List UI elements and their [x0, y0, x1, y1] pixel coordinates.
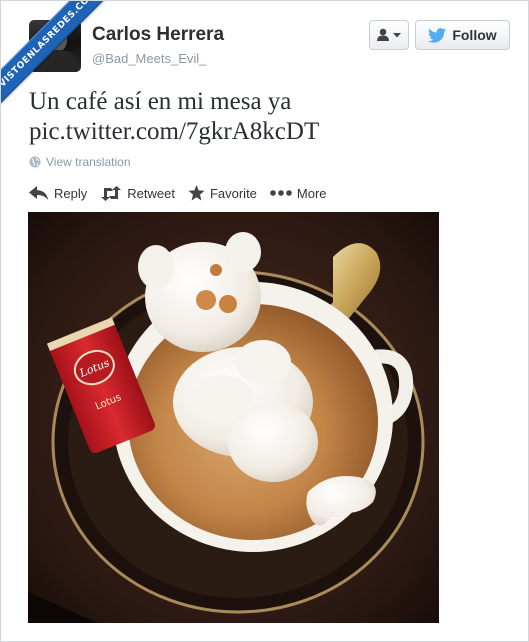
- tweet-text: Un café así en mi mesa ya pic.twitter.co…: [29, 87, 499, 147]
- more-label: More: [296, 185, 327, 201]
- user-avatar[interactable]: [29, 20, 81, 72]
- favorite-button[interactable]: Favorite: [188, 185, 257, 201]
- star-icon: [188, 185, 205, 201]
- user-silhouette-icon: [377, 28, 401, 41]
- chevron-down-icon: [393, 33, 401, 38]
- reply-icon: [29, 185, 48, 200]
- tweet-page: VISTOENLASREDES.COM Carlos Herrera @Bad_…: [0, 0, 529, 642]
- user-name[interactable]: Carlos Herrera: [92, 24, 224, 46]
- more-button[interactable]: More: [270, 186, 327, 201]
- latte-art-photo: Lotus Lotus: [28, 212, 439, 623]
- twitter-bird-icon: [428, 27, 447, 43]
- retweet-button[interactable]: Retweet: [100, 185, 175, 201]
- tweet-text-line-1: Un café así en mi mesa ya: [29, 88, 292, 115]
- favorite-label: Favorite: [209, 185, 257, 201]
- tweet-media-link[interactable]: pic.twitter.com/7gkrA8kcDT: [29, 117, 499, 147]
- reply-button[interactable]: Reply: [29, 185, 88, 201]
- user-actions-dropdown[interactable]: [369, 20, 409, 50]
- follow-label: Follow: [452, 27, 497, 43]
- tweet-actions: Reply Retweet Favorite More: [29, 183, 340, 203]
- retweet-label: Retweet: [127, 185, 175, 201]
- more-dots-icon: [270, 190, 292, 196]
- user-handle[interactable]: @Bad_Meets_Evil_: [92, 51, 206, 66]
- globe-icon: [29, 156, 41, 168]
- view-translation-link[interactable]: View translation: [29, 155, 131, 169]
- view-translation-label: View translation: [46, 155, 131, 169]
- tweet-photo[interactable]: Lotus Lotus: [28, 212, 439, 623]
- reply-label: Reply: [54, 185, 88, 201]
- retweet-icon: [101, 185, 122, 201]
- follow-button[interactable]: Follow: [415, 20, 510, 50]
